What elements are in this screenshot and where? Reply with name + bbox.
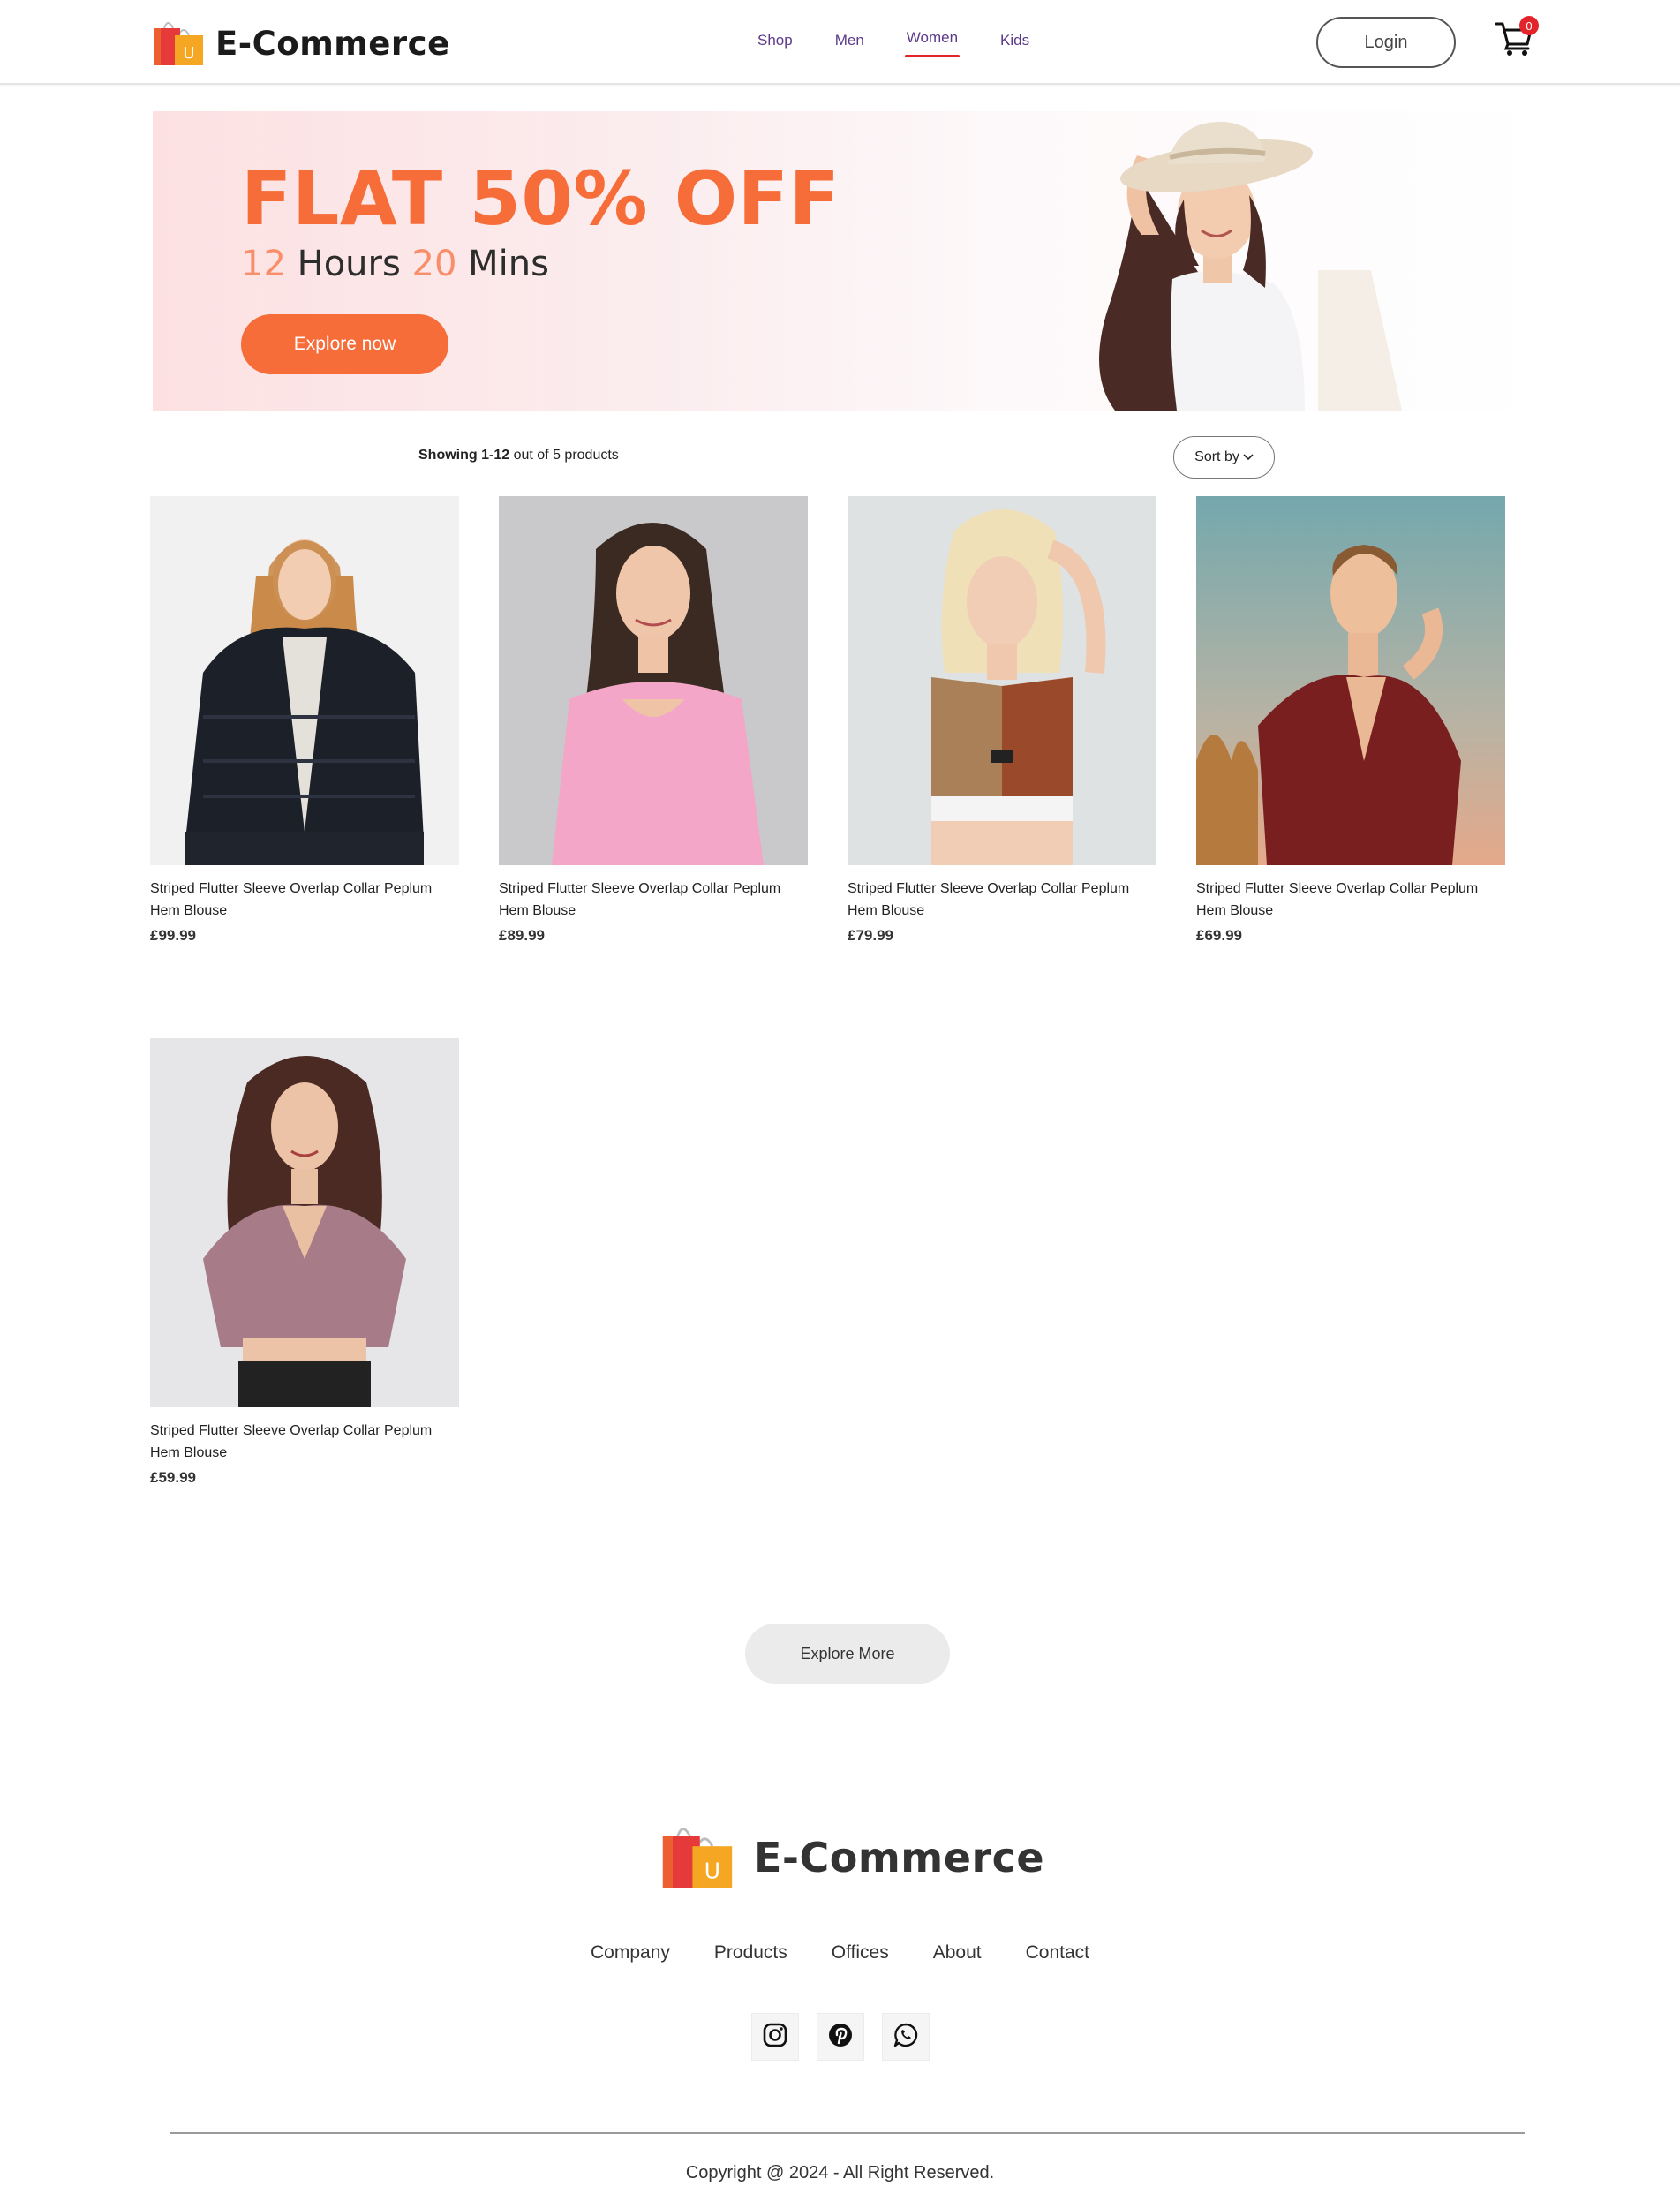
showing-suffix: out of 5 products: [513, 448, 619, 463]
footer-brand-name: E-Commerce: [754, 1833, 1045, 1881]
footer-link-offices[interactable]: Offices: [832, 1942, 889, 1964]
footer-link-company[interactable]: Company: [591, 1942, 670, 1964]
product-image[interactable]: [499, 496, 808, 865]
copyright-text: Copyright @ 2024 - All Right Reserved.: [685, 2163, 995, 2182]
promo-banner: FLAT 50% OFF 12 Hours 20 Mins Explore no…: [153, 111, 1541, 411]
svg-text:U: U: [183, 44, 194, 63]
countdown-hours-label: Hours: [297, 244, 401, 284]
product-price: £99.99: [150, 927, 196, 944]
social-links: [0, 2013, 1680, 2061]
pinterest-link[interactable]: [816, 2013, 864, 2061]
whatsapp-icon: [893, 2022, 919, 2053]
explore-now-button[interactable]: Explore now: [241, 314, 448, 374]
footer-link-products[interactable]: Products: [714, 1942, 787, 1964]
showing-prefix: Showing: [418, 448, 478, 463]
countdown-mins-label: Mins: [468, 244, 549, 284]
cart-icon: [1495, 22, 1533, 60]
showing-range: 1-12: [481, 448, 510, 463]
promo-headline: FLAT 50% OFF: [241, 155, 840, 242]
product-card[interactable]: Striped Flutter Sleeve Overlap Collar Pe…: [848, 496, 1156, 1038]
brand-logo[interactable]: U E-Commerce: [152, 16, 450, 72]
product-price: £69.99: [1196, 927, 1242, 944]
product-grid: Striped Flutter Sleeve Overlap Collar Pe…: [150, 496, 1505, 1580]
explore-more-button[interactable]: Explore More: [745, 1624, 950, 1684]
pinterest-icon: [827, 2022, 854, 2053]
footer-logo[interactable]: U E-Commerce: [660, 1819, 1044, 1896]
results-count: Showing 1-12 out of 5 products: [418, 448, 619, 464]
promo-countdown: 12 Hours 20 Mins: [241, 244, 549, 284]
cart-button[interactable]: 0: [1495, 16, 1539, 60]
sort-by-label: Sort by: [1194, 449, 1239, 464]
product-card[interactable]: Striped Flutter Sleeve Overlap Collar Pe…: [150, 496, 459, 1038]
chevron-down-icon: [1243, 451, 1254, 464]
footer-nav: Company Products Offices About Contact: [0, 1942, 1680, 1964]
product-title[interactable]: Striped Flutter Sleeve Overlap Collar Pe…: [1196, 878, 1505, 922]
nav-women[interactable]: Women: [904, 29, 961, 57]
product-card[interactable]: Striped Flutter Sleeve Overlap Collar Pe…: [150, 1038, 459, 1580]
sort-by-dropdown[interactable]: Sort by: [1173, 436, 1275, 479]
brand-name: E-Commerce: [215, 25, 450, 63]
product-price: £59.99: [150, 1469, 196, 1486]
product-title[interactable]: Striped Flutter Sleeve Overlap Collar Pe…: [150, 878, 459, 922]
instagram-link[interactable]: [750, 2013, 799, 2061]
product-price: £89.99: [499, 927, 545, 944]
shopping-bag-icon: U: [660, 1819, 735, 1896]
instagram-icon: [762, 2022, 788, 2053]
whatsapp-link[interactable]: [881, 2013, 930, 2061]
svg-text:U: U: [704, 1858, 720, 1884]
product-title[interactable]: Striped Flutter Sleeve Overlap Collar Pe…: [150, 1420, 459, 1464]
product-image[interactable]: [1196, 496, 1505, 865]
countdown-mins: 20: [411, 244, 457, 284]
product-title[interactable]: Striped Flutter Sleeve Overlap Collar Pe…: [848, 878, 1156, 922]
product-image[interactable]: [848, 496, 1156, 865]
main-nav: Shop Men Women Kids: [757, 29, 1072, 57]
nav-men[interactable]: Men: [835, 32, 864, 49]
footer-divider: [170, 2132, 1525, 2134]
site-header: U E-Commerce Shop Men Women Kids Login 0: [0, 0, 1680, 85]
product-card[interactable]: Striped Flutter Sleeve Overlap Collar Pe…: [499, 496, 808, 1038]
promo-model-image: [1053, 111, 1424, 411]
cart-count-badge: 0: [1519, 16, 1539, 35]
login-button[interactable]: Login: [1316, 17, 1456, 68]
countdown-hours: 12: [241, 244, 286, 284]
footer-link-about[interactable]: About: [933, 1942, 982, 1964]
product-title[interactable]: Striped Flutter Sleeve Overlap Collar Pe…: [499, 878, 808, 922]
nav-kids[interactable]: Kids: [1000, 32, 1029, 49]
product-image[interactable]: [150, 496, 459, 865]
footer-link-contact[interactable]: Contact: [1026, 1942, 1089, 1964]
nav-shop[interactable]: Shop: [757, 32, 793, 49]
product-card[interactable]: Striped Flutter Sleeve Overlap Collar Pe…: [1196, 496, 1505, 1038]
product-price: £79.99: [848, 927, 893, 944]
product-image[interactable]: [150, 1038, 459, 1407]
shopping-bag-icon: U: [152, 16, 205, 72]
